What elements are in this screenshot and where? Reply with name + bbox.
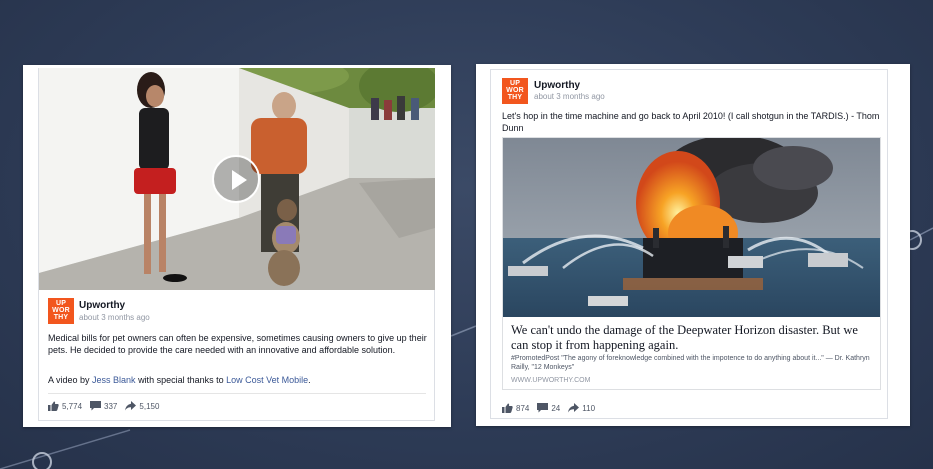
credit-link-low-cost-vet[interactable]: Low Cost Vet Mobile (226, 375, 308, 385)
post-stats: 5,774 337 5,150 (48, 401, 167, 411)
comments-stat[interactable]: 337 (90, 401, 117, 411)
comments-stat[interactable]: 24 (537, 403, 560, 413)
comment-icon (90, 401, 102, 411)
credit-link-jess-blank[interactable]: Jess Blank (92, 375, 136, 385)
play-icon[interactable] (212, 155, 260, 203)
upworthy-logo[interactable]: UP WOR THY (48, 298, 74, 324)
likes-stat[interactable]: 5,774 (48, 401, 82, 411)
likes-stat[interactable]: 874 (502, 403, 529, 413)
likes-count: 5,774 (62, 401, 83, 411)
post-text: Let's hop in the time machine and go bac… (502, 111, 880, 133)
upworthy-logo[interactable]: UP WOR THY (502, 78, 528, 104)
video-post-card: UP WOR THY Upworthy about 3 months ago Med… (38, 68, 435, 421)
comments-count: 337 (104, 401, 118, 411)
post-timestamp[interactable]: about 3 months ago (79, 313, 150, 322)
comments-count: 24 (551, 403, 561, 413)
post-timestamp[interactable]: about 3 months ago (534, 92, 605, 101)
share-icon (568, 403, 580, 413)
share-icon (125, 401, 137, 411)
link-description: #PromotedPost "The agony of foreknowledg… (511, 355, 870, 371)
like-icon (502, 403, 513, 413)
like-icon (48, 401, 59, 411)
link-post-card: UP WOR THY Upworthy about 3 months ago Let… (490, 69, 888, 419)
video-thumbnail[interactable] (39, 68, 435, 290)
link-preview[interactable]: We can't undo the damage of the Deepwate… (502, 137, 881, 390)
page-name[interactable]: Upworthy (79, 300, 125, 311)
post-stats: 874 24 110 (502, 403, 603, 413)
post-text: Medical bills for pet owners can often b… (48, 333, 427, 355)
comment-icon (537, 403, 549, 413)
divider (48, 393, 426, 394)
post-credit: A video by Jess Blank with special thank… (48, 375, 311, 385)
page-name[interactable]: Upworthy (534, 80, 580, 91)
shares-stat[interactable]: 110 (568, 403, 595, 413)
link-preview-image[interactable] (503, 138, 880, 317)
likes-count: 874 (516, 403, 530, 413)
link-title[interactable]: We can't undo the damage of the Deepwate… (511, 323, 871, 353)
shares-count: 5,150 (139, 401, 160, 411)
shares-stat[interactable]: 5,150 (125, 401, 159, 411)
shares-count: 110 (582, 403, 596, 413)
link-domain: WWW.UPWORTHY.COM (511, 377, 591, 384)
